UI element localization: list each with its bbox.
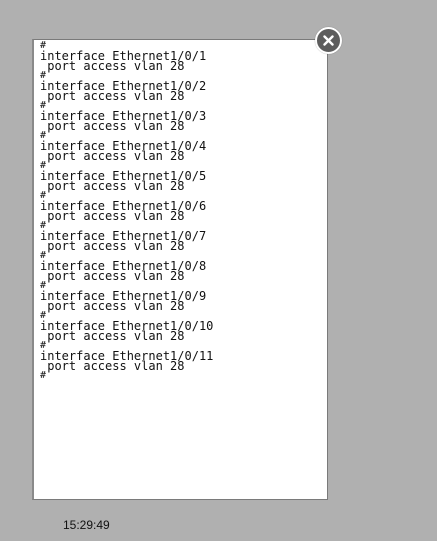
config-line: port access vlan 28 xyxy=(40,179,185,193)
config-line: port access vlan 28 xyxy=(40,59,185,73)
config-line: port access vlan 28 xyxy=(40,269,185,283)
timestamp: 15:29:49 xyxy=(63,518,110,532)
config-panel: # interface Ethernet1/0/1 port access vla… xyxy=(32,39,328,500)
config-line: port access vlan 28 xyxy=(40,329,185,343)
config-text: # interface Ethernet1/0/1 port access vla… xyxy=(34,40,327,381)
config-line: port access vlan 28 xyxy=(40,119,185,133)
close-icon xyxy=(323,35,334,46)
close-button[interactable] xyxy=(315,27,342,54)
config-line: port access vlan 28 xyxy=(40,239,185,253)
config-line: port access vlan 28 xyxy=(40,359,185,373)
config-line: port access vlan 28 xyxy=(40,89,185,103)
config-line: port access vlan 28 xyxy=(40,299,185,313)
config-line: port access vlan 28 xyxy=(40,149,185,163)
config-line: port access vlan 28 xyxy=(40,209,185,223)
